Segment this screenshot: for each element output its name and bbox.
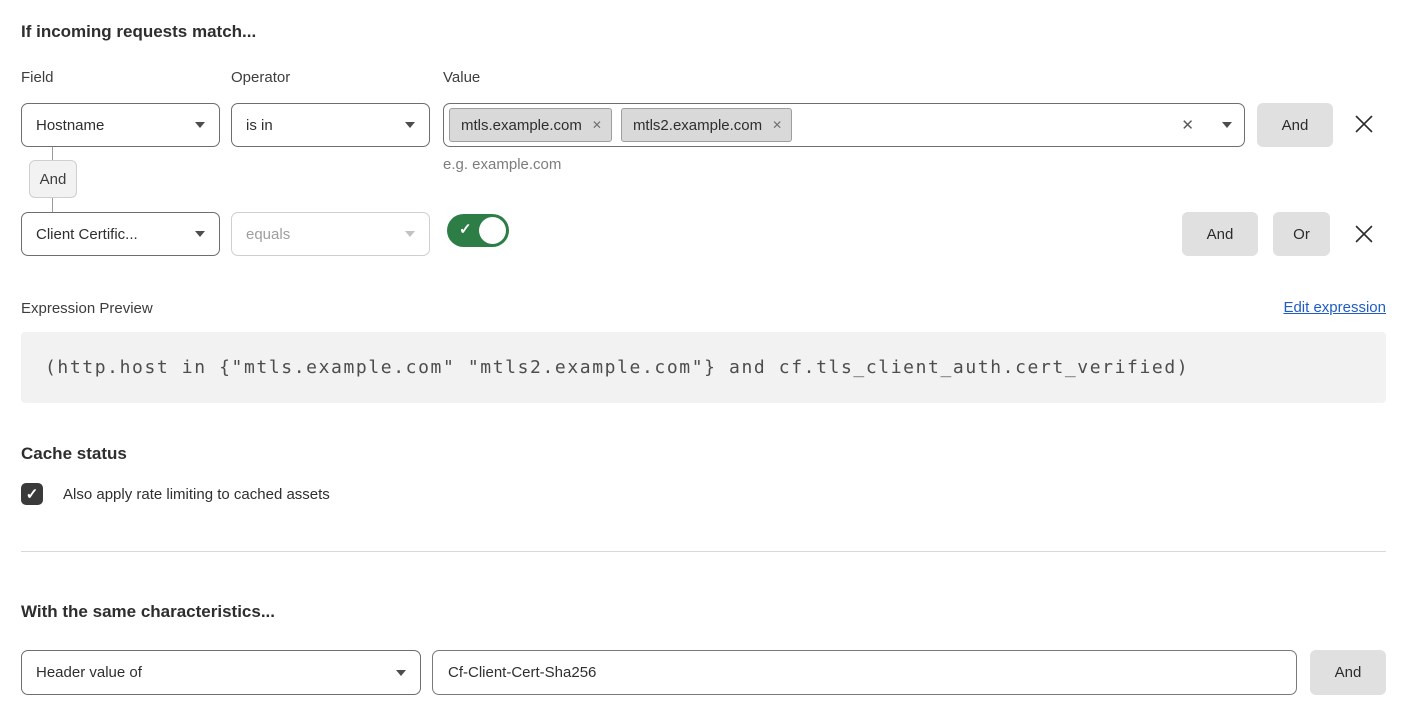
chevron-down-icon [195, 122, 205, 128]
checkmark-icon: ✓ [26, 485, 39, 503]
tag-label: mtls.example.com [461, 117, 582, 134]
match-section-title: If incoming requests match... [21, 22, 256, 42]
field-label: Field [21, 69, 54, 86]
cached-assets-checkbox[interactable]: ✓ [21, 483, 43, 505]
field-select-row1-value: Hostname [36, 117, 104, 134]
expression-code: (http.host in {"mtls.example.com" "mtls2… [21, 332, 1386, 403]
and-button-row2[interactable]: And [1182, 212, 1258, 256]
characteristics-title: With the same characteristics... [21, 602, 275, 622]
toggle-knob [479, 217, 506, 244]
chevron-down-icon[interactable] [1222, 122, 1232, 128]
field-select-row1[interactable]: Hostname [21, 103, 220, 147]
operator-select-row1[interactable]: is in [231, 103, 430, 147]
chevron-down-icon [405, 122, 415, 128]
connector-line [52, 198, 53, 212]
or-button-row2[interactable]: Or [1273, 212, 1330, 256]
checkmark-icon: ✓ [459, 221, 472, 239]
section-divider [21, 551, 1386, 552]
chevron-down-icon [396, 670, 406, 676]
remove-tag-icon[interactable]: ✕ [592, 119, 602, 131]
tag-label: mtls2.example.com [633, 117, 762, 134]
characteristic-select-value: Header value of [36, 664, 142, 681]
cache-status-title: Cache status [21, 444, 127, 464]
rate-limit-rule-builder: If incoming requests match... Field Oper… [0, 0, 1420, 720]
value-helper-text: e.g. example.com [443, 156, 561, 173]
connector-and-button[interactable]: And [29, 160, 77, 198]
and-button-row1[interactable]: And [1257, 103, 1333, 147]
operator-label: Operator [231, 69, 290, 86]
delete-row1-icon[interactable] [1352, 112, 1376, 136]
header-name-input[interactable] [432, 650, 1297, 695]
cert-verified-toggle[interactable]: ✓ [447, 214, 509, 247]
edit-expression-link[interactable]: Edit expression [1283, 299, 1386, 316]
operator-select-row2-value: equals [246, 226, 290, 243]
connector-line [52, 147, 53, 160]
value-multiselect-row1[interactable]: mtls.example.com ✕ mtls2.example.com ✕ ✕ [443, 103, 1245, 147]
value-label: Value [443, 69, 480, 86]
cached-assets-checkbox-label: Also apply rate limiting to cached asset… [63, 486, 330, 503]
field-select-row2[interactable]: Client Certific... [21, 212, 220, 256]
value-tag: mtls2.example.com ✕ [621, 108, 792, 142]
remove-tag-icon[interactable]: ✕ [772, 119, 782, 131]
operator-select-row1-value: is in [246, 117, 273, 134]
delete-row2-icon[interactable] [1352, 222, 1376, 246]
value-tag: mtls.example.com ✕ [449, 108, 612, 142]
clear-values-icon[interactable]: ✕ [1181, 118, 1194, 133]
operator-select-row2: equals [231, 212, 430, 256]
expression-preview-label: Expression Preview [21, 300, 153, 317]
characteristic-select[interactable]: Header value of [21, 650, 421, 695]
chevron-down-icon [405, 231, 415, 237]
and-button-characteristics[interactable]: And [1310, 650, 1386, 695]
field-select-row2-value: Client Certific... [36, 226, 138, 243]
chevron-down-icon [195, 231, 205, 237]
